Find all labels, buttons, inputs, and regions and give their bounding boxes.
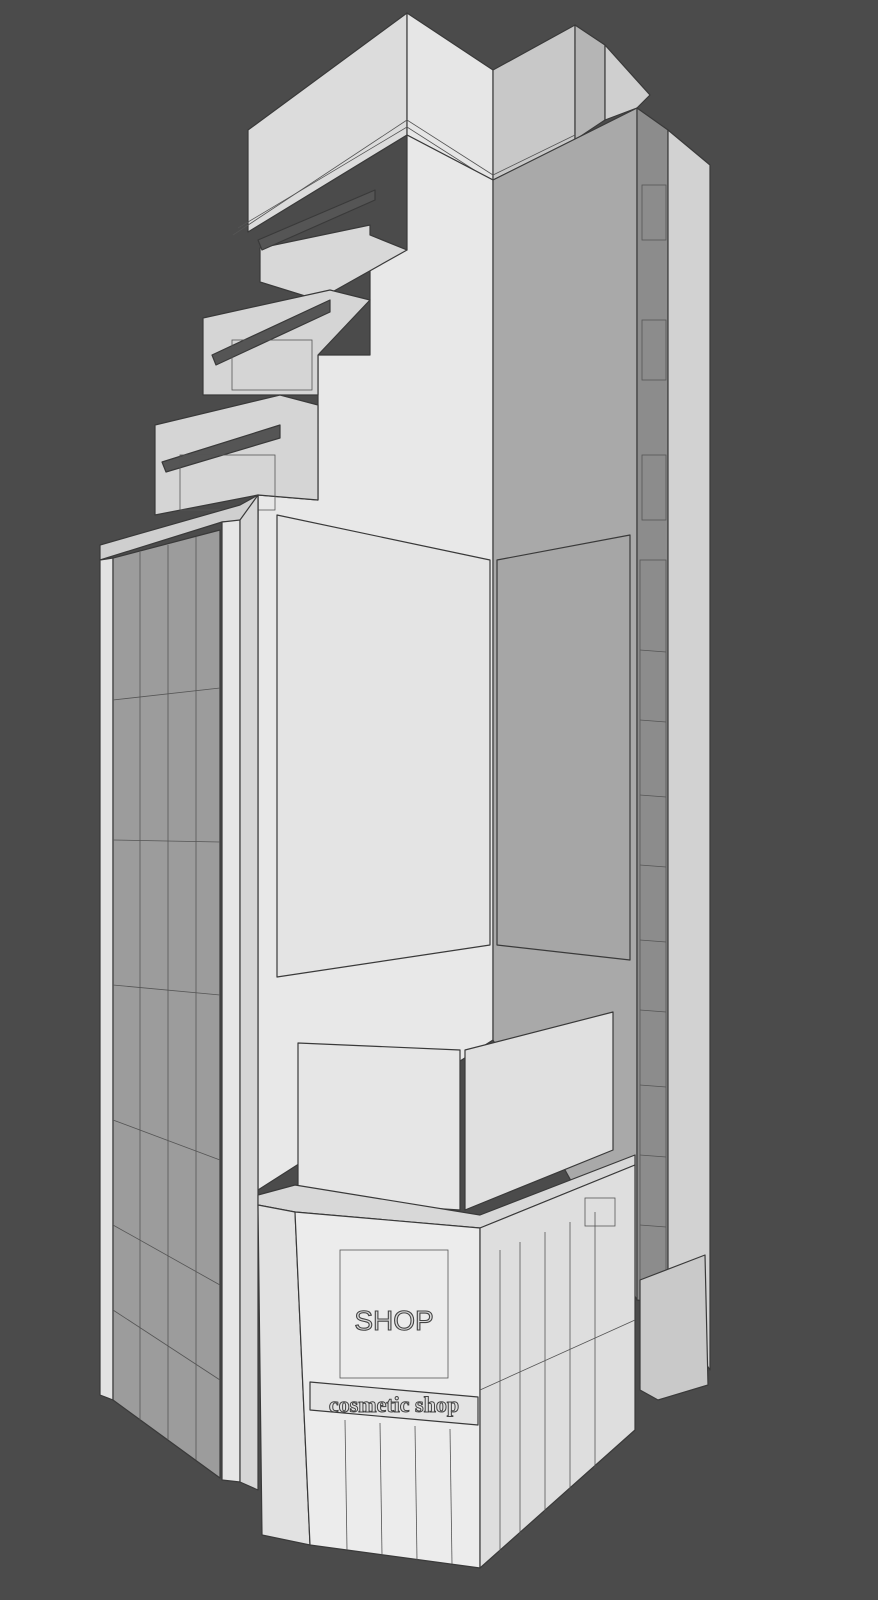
small-billboard-left <box>297 1042 461 1211</box>
left-block <box>99 494 259 1491</box>
cosmetic-shop-sign: cosmetic shop <box>329 1392 459 1417</box>
billboard-right <box>496 534 631 961</box>
shop-sign: SHOP <box>354 1305 433 1336</box>
billboards <box>276 514 631 1211</box>
building-render: SHOP cosmetic shop <box>0 0 878 1600</box>
billboard-left <box>276 514 491 978</box>
